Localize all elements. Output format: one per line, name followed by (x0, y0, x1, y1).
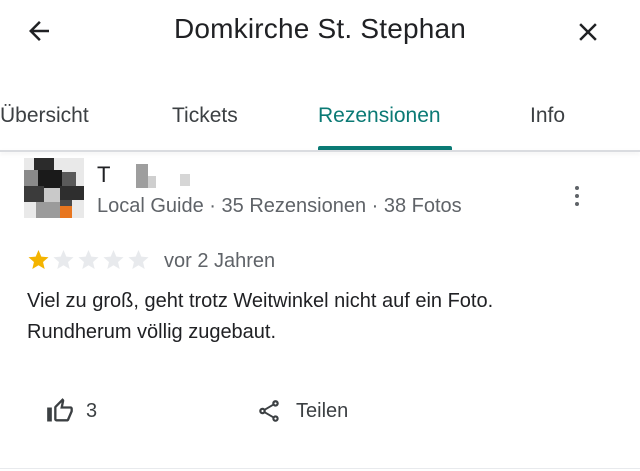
star-filled-icon (28, 250, 49, 269)
bottom-divider (0, 468, 640, 469)
like-count: 3 (86, 399, 98, 422)
star-empty-icon (53, 250, 74, 269)
reviewer-meta: Local Guide · 35 Rezensionen · 38 Fotos (97, 195, 462, 217)
close-icon (579, 23, 597, 41)
avatar[interactable] (24, 158, 84, 218)
like-button[interactable]: 3 (46, 394, 97, 428)
more-vert-icon-dot (575, 194, 579, 198)
tab-tickets[interactable]: Tickets (172, 104, 238, 128)
more-vert-icon (575, 186, 579, 190)
tabs-divider (0, 150, 640, 152)
share-button[interactable]: Teilen (256, 394, 348, 428)
name-redaction (136, 164, 148, 188)
more-options-button[interactable] (566, 182, 588, 210)
tab-reviews[interactable]: Rezensionen (318, 104, 441, 128)
thumb-up-icon (47, 398, 73, 422)
review-text: Viel zu groß, geht trotz Weitwinkel nich… (27, 290, 494, 343)
name-redaction (180, 174, 190, 186)
tab-bar: Übersicht Tickets Rezensionen Info (0, 92, 640, 152)
close-button[interactable] (570, 14, 606, 50)
share-icon (259, 400, 279, 422)
page-title: Domkirche St. Stephan (173, 13, 467, 44)
share-label: Teilen (296, 399, 349, 422)
star-empty-icon (103, 250, 124, 269)
tab-overview[interactable]: Übersicht (0, 104, 89, 128)
star-empty-icon (78, 250, 99, 269)
tab-info[interactable]: Info (530, 104, 565, 128)
name-redaction (148, 176, 156, 188)
star-rating (26, 248, 151, 272)
star-empty-icon (128, 250, 149, 269)
app-header: Domkirche St. Stephan (0, 0, 640, 62)
more-vert-icon-dot (575, 202, 579, 206)
reviewer-name[interactable]: T (97, 162, 110, 188)
review-date: vor 2 Jahren (164, 250, 276, 272)
